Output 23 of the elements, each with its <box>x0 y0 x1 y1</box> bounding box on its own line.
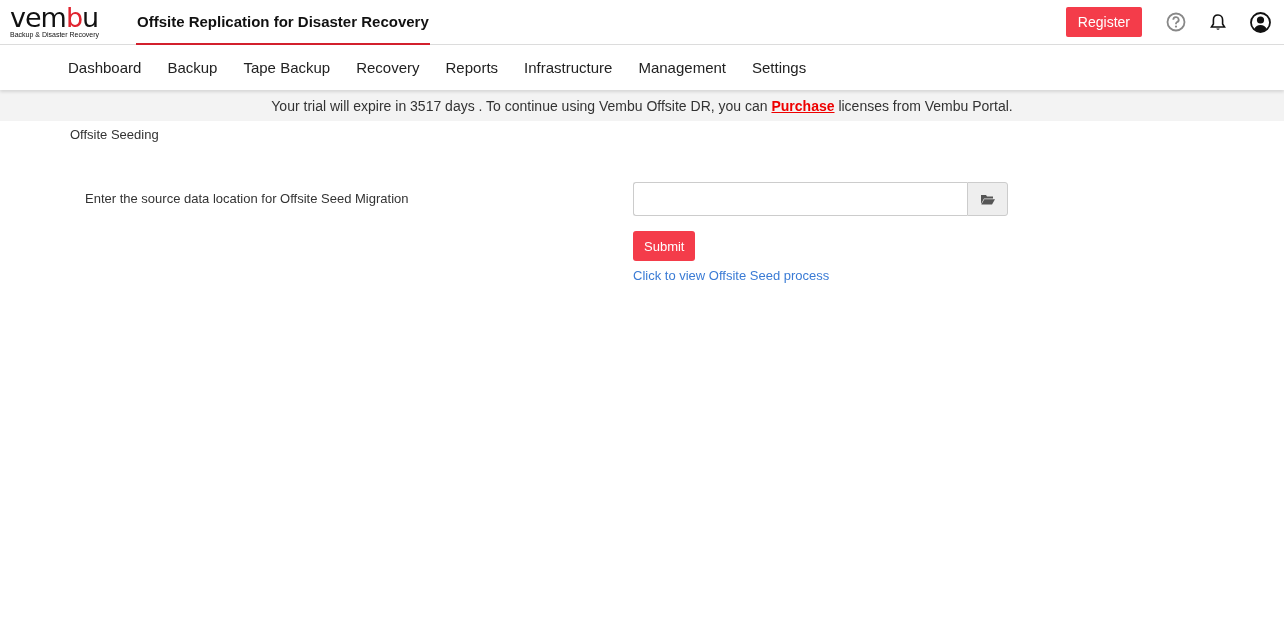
nav-item[interactable]: Reports <box>445 59 499 76</box>
submit-button[interactable]: Submit <box>633 231 696 261</box>
nav-item[interactable]: Recovery <box>356 59 420 76</box>
help-icon[interactable] <box>1166 12 1186 32</box>
trial-notice: Your trial will expire in 3517 days . To continue using Vembu Offsite DR, you can Purchase licenses from Vembu Portal. <box>271 97 1013 114</box>
path-input-field[interactable] <box>633 182 967 216</box>
offsite-seed-process-link[interactable]: Click to view Offsite Seed process <box>633 268 830 283</box>
nav-item[interactable]: Management <box>638 59 726 76</box>
nav-item[interactable]: Backup <box>167 59 218 76</box>
register-button[interactable]: Register <box>1065 7 1142 37</box>
nav-item[interactable]: Dashboard <box>68 59 142 76</box>
nav-item[interactable]: Infrastructure <box>524 59 613 76</box>
nav-item[interactable]: Settings <box>752 59 807 76</box>
browse-button[interactable] <box>967 182 1008 216</box>
logo-wordmark: vembu <box>10 6 99 29</box>
page-title: Offsite Seeding <box>70 127 160 142</box>
user-avatar-icon[interactable] <box>1250 11 1271 33</box>
product-tab[interactable]: Offsite Replication for Disaster Recovery <box>136 0 430 45</box>
folder-icon <box>980 193 995 205</box>
purchase-link[interactable]: Purchase <box>771 97 835 114</box>
field-label: Enter the source data location for Offsite Seed Migration <box>84 190 410 208</box>
bell-icon[interactable] <box>1210 13 1226 31</box>
nav-item[interactable]: Tape Backup <box>243 59 331 76</box>
